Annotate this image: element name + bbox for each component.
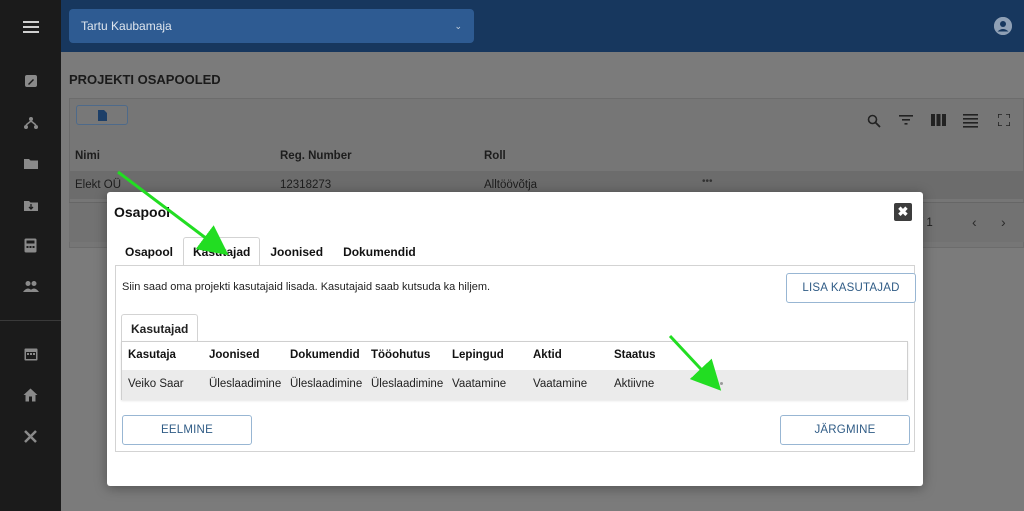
search-icon[interactable] — [866, 114, 882, 128]
people-icon[interactable] — [0, 271, 61, 301]
inner-tab-kasutajad[interactable]: Kasutajad — [121, 314, 199, 342]
row-name: Elekt OÜ — [75, 179, 122, 191]
calculator-icon[interactable] — [0, 230, 61, 260]
tab-osapool[interactable]: Osapool — [115, 237, 183, 266]
close-icon[interactable]: ✖ — [894, 203, 912, 221]
chevron-down-icon: ⌄ — [454, 20, 462, 31]
user-status: Aktiivne — [614, 378, 655, 390]
network-icon[interactable] — [0, 108, 61, 138]
density-icon[interactable] — [962, 114, 978, 128]
column-header-role: Roll — [484, 150, 506, 162]
user-drawings: Üleslaadimine — [209, 378, 282, 390]
sidebar — [0, 0, 61, 511]
party-modal: Osapool ✖ Osapool Kasutajad Joonised Dok… — [107, 192, 923, 486]
sidebar-divider — [0, 320, 61, 321]
pager-prev-icon[interactable]: ‹ — [972, 214, 977, 230]
users-header: Joonised — [209, 349, 260, 361]
user-documents: Üleslaadimine — [290, 378, 363, 390]
project-select[interactable]: Tartu Kaubamaja ⌄ — [69, 9, 474, 43]
row-actions-icon[interactable] — [720, 382, 723, 385]
modal-tabs: Osapool Kasutajad Joonised Dokumendid — [115, 237, 426, 266]
user-name: Veiko Saar — [128, 378, 184, 390]
topbar: Tartu Kaubamaja ⌄ — [61, 0, 1024, 52]
users-header: Tööohutus — [371, 349, 431, 361]
user-safety: Üleslaadimine — [371, 378, 444, 390]
users-header: Staatus — [614, 349, 656, 361]
next-button[interactable]: JÄRGMINE — [780, 415, 910, 445]
info-text: Siin saad oma projekti kasutajaid lisada… — [122, 281, 491, 293]
user-avatar-icon[interactable] — [994, 17, 1012, 35]
filter-icon[interactable] — [898, 114, 914, 128]
row-reg: 12318273 — [280, 179, 332, 191]
row-more-icon[interactable]: ••• — [702, 176, 713, 187]
page-title: PROJEKTI OSAPOOLED — [69, 72, 221, 87]
edit-icon[interactable] — [0, 66, 61, 96]
row-role: Alltöövõtja — [484, 179, 538, 191]
users-table: Kasutaja Joonised Dokumendid Tööohutus L… — [121, 341, 908, 400]
calendar-icon[interactable] — [0, 339, 61, 369]
pager-next-icon[interactable]: › — [1001, 214, 1006, 230]
columns-icon[interactable] — [930, 114, 946, 128]
folder-icon[interactable] — [0, 148, 61, 178]
folder-download-icon[interactable] — [0, 190, 61, 220]
users-header: Dokumendid — [290, 349, 360, 361]
users-tab-panel: Siin saad oma projekti kasutajaid lisada… — [115, 265, 916, 452]
users-header: Lepingud — [452, 349, 504, 361]
column-header-name: Nimi — [75, 150, 100, 162]
users-header: Aktid — [533, 349, 562, 361]
tab-dokumendid[interactable]: Dokumendid — [333, 237, 426, 266]
users-header: Kasutaja — [128, 349, 176, 361]
table-row[interactable]: Veiko Saar Üleslaadimine Üleslaadimine Ü… — [122, 370, 907, 400]
user-acts: Vaatamine — [533, 378, 588, 390]
project-select-value: Tartu Kaubamaja — [81, 19, 172, 33]
column-header-reg: Reg. Number — [280, 150, 352, 162]
modal-title: Osapool — [114, 204, 171, 220]
fullscreen-icon[interactable] — [996, 113, 1012, 128]
house-icon[interactable] — [0, 380, 61, 410]
prev-button[interactable]: EELMINE — [122, 415, 252, 445]
tab-joonised[interactable]: Joonised — [260, 237, 333, 266]
export-button[interactable] — [76, 105, 128, 125]
user-contracts: Vaatamine — [452, 378, 507, 390]
tools-icon[interactable] — [0, 421, 61, 451]
menu-icon[interactable] — [0, 12, 61, 42]
tab-kasutajad[interactable]: Kasutajad — [183, 237, 261, 266]
add-users-button[interactable]: LISA KASUTAJAD — [786, 273, 916, 303]
